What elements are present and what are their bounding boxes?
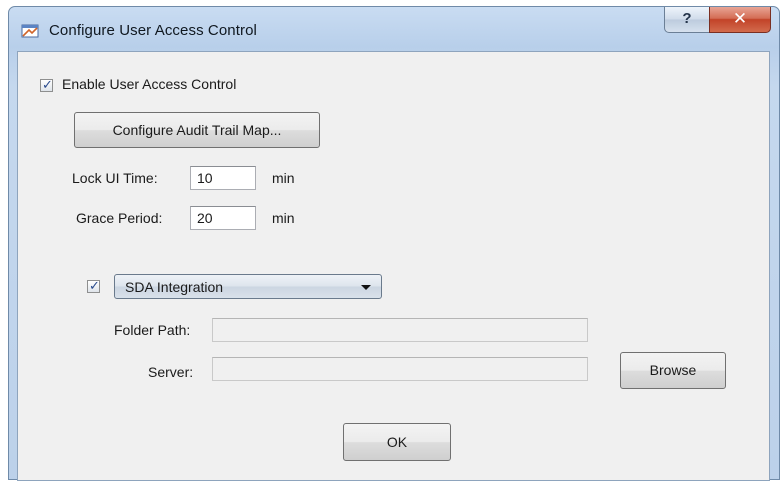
check-mark-icon: ✓ xyxy=(89,278,100,293)
browse-button[interactable]: Browse xyxy=(620,352,726,389)
lock-ui-time-label: Lock UI Time: xyxy=(72,170,158,186)
dialog-content: ✓ Enable User Access Control Configure A… xyxy=(17,51,770,481)
grace-period-input[interactable]: 20 xyxy=(190,206,256,230)
integration-selected-value: SDA Integration xyxy=(125,279,224,295)
help-button[interactable]: ? xyxy=(664,7,710,33)
folder-path-input[interactable] xyxy=(212,318,588,342)
window-title: Configure User Access Control xyxy=(49,22,257,39)
chevron-down-icon xyxy=(361,285,371,290)
server-label: Server: xyxy=(148,364,194,380)
ok-button[interactable]: OK xyxy=(343,423,451,461)
enable-uac-label: Enable User Access Control xyxy=(62,76,237,92)
close-button[interactable]: ✕ xyxy=(709,7,771,33)
enable-uac-checkbox[interactable]: ✓ xyxy=(40,77,53,92)
title-bar[interactable]: Configure User Access Control ? ✕ xyxy=(9,7,779,51)
lock-ui-time-unit: min xyxy=(272,170,295,186)
integration-checkbox[interactable]: ✓ xyxy=(87,278,100,293)
dialog-window: Configure User Access Control ? ✕ ✓ Enab… xyxy=(8,6,780,481)
lock-ui-time-input[interactable]: 10 xyxy=(190,166,256,190)
configure-audit-trail-button[interactable]: Configure Audit Trail Map... xyxy=(74,112,320,148)
integration-dropdown[interactable]: SDA Integration xyxy=(114,274,382,299)
folder-path-label: Folder Path: xyxy=(114,322,191,338)
grace-period-label: Grace Period: xyxy=(76,210,163,226)
grace-period-unit: min xyxy=(272,210,295,226)
app-window-icon xyxy=(21,24,39,38)
check-mark-icon: ✓ xyxy=(42,77,53,92)
server-input[interactable] xyxy=(212,357,588,381)
